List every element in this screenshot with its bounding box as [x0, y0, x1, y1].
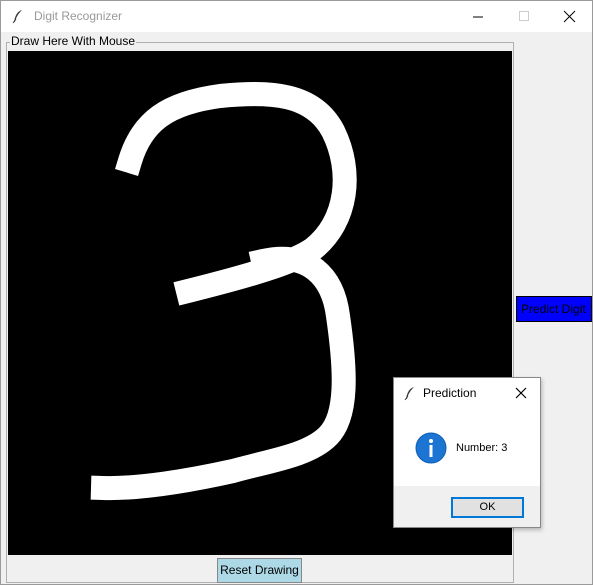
- title-bar[interactable]: Digit Recognizer: [1, 1, 592, 32]
- minimize-icon: [473, 16, 483, 18]
- ok-button[interactable]: OK: [451, 497, 524, 518]
- drawing-frame-label: Draw Here With Mouse: [10, 34, 137, 49]
- close-icon: [563, 10, 576, 23]
- feather-icon: [12, 10, 22, 24]
- reset-drawing-button[interactable]: Reset Drawing: [217, 558, 302, 583]
- feather-icon: [404, 387, 414, 401]
- prediction-dialog: Prediction Number: 3 OK: [393, 377, 541, 528]
- info-icon: [415, 432, 447, 464]
- maximize-button[interactable]: [501, 1, 547, 32]
- app-window: Digit Recognizer Draw Here With Mouse Pr…: [0, 0, 593, 585]
- dialog-body: Number: 3: [394, 409, 540, 486]
- predict-digit-button[interactable]: Predict Digit: [516, 296, 592, 322]
- close-icon[interactable]: [512, 384, 530, 402]
- maximize-icon: [519, 11, 529, 21]
- minimize-button[interactable]: [455, 1, 501, 32]
- close-button[interactable]: [547, 1, 593, 32]
- dialog-message: Number: 3: [456, 442, 508, 454]
- dialog-title: Prediction: [423, 386, 477, 400]
- window-title: Digit Recognizer: [34, 9, 123, 23]
- dialog-title-bar[interactable]: Prediction: [394, 378, 540, 409]
